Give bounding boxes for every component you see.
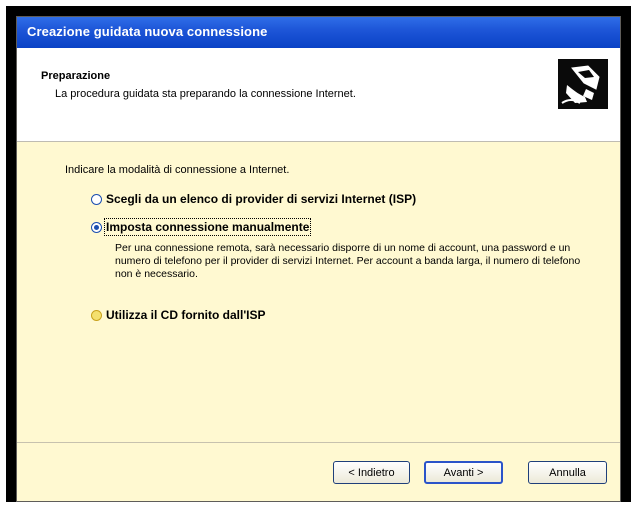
option-manual-label: Imposta connessione manualmente: [103, 218, 312, 236]
option-isp-list[interactable]: Scegli da un elenco di provider di servi…: [91, 192, 416, 206]
next-button[interactable]: Avanti >: [424, 461, 503, 484]
wizard-content: Indicare la modalità di connessione a In…: [17, 142, 620, 442]
option-isp-cd[interactable]: Utilizza il CD fornito dall'ISP: [91, 308, 266, 322]
connection-prompt: Indicare la modalità di connessione a In…: [65, 164, 290, 176]
option-manual[interactable]: Imposta connessione manualmente: [91, 218, 312, 236]
wizard-window: Creazione guidata nuova connessione Prep…: [16, 16, 621, 502]
header-subtitle: La procedura guidata sta preparando la c…: [55, 88, 356, 100]
manual-description: Per una connessione remota, sarà necessa…: [115, 242, 581, 280]
radio-manual[interactable]: [91, 221, 102, 233]
network-wizard-icon: [558, 59, 608, 109]
cancel-button[interactable]: Annulla: [528, 461, 607, 484]
wizard-header: Preparazione La procedura guidata sta pr…: [17, 48, 620, 142]
header-title: Preparazione: [41, 70, 111, 82]
window-title: Creazione guidata nuova connessione: [27, 24, 268, 39]
title-bar[interactable]: Creazione guidata nuova connessione: [17, 17, 620, 49]
wizard-footer: < Indietro Avanti > Annulla: [17, 442, 620, 501]
radio-isp-cd[interactable]: [91, 309, 102, 321]
back-button[interactable]: < Indietro: [333, 461, 410, 484]
option-isp-cd-label: Utilizza il CD fornito dall'ISP: [106, 308, 266, 322]
radio-isp-list[interactable]: [91, 193, 102, 205]
option-isp-list-label: Scegli da un elenco di provider di servi…: [106, 192, 417, 206]
